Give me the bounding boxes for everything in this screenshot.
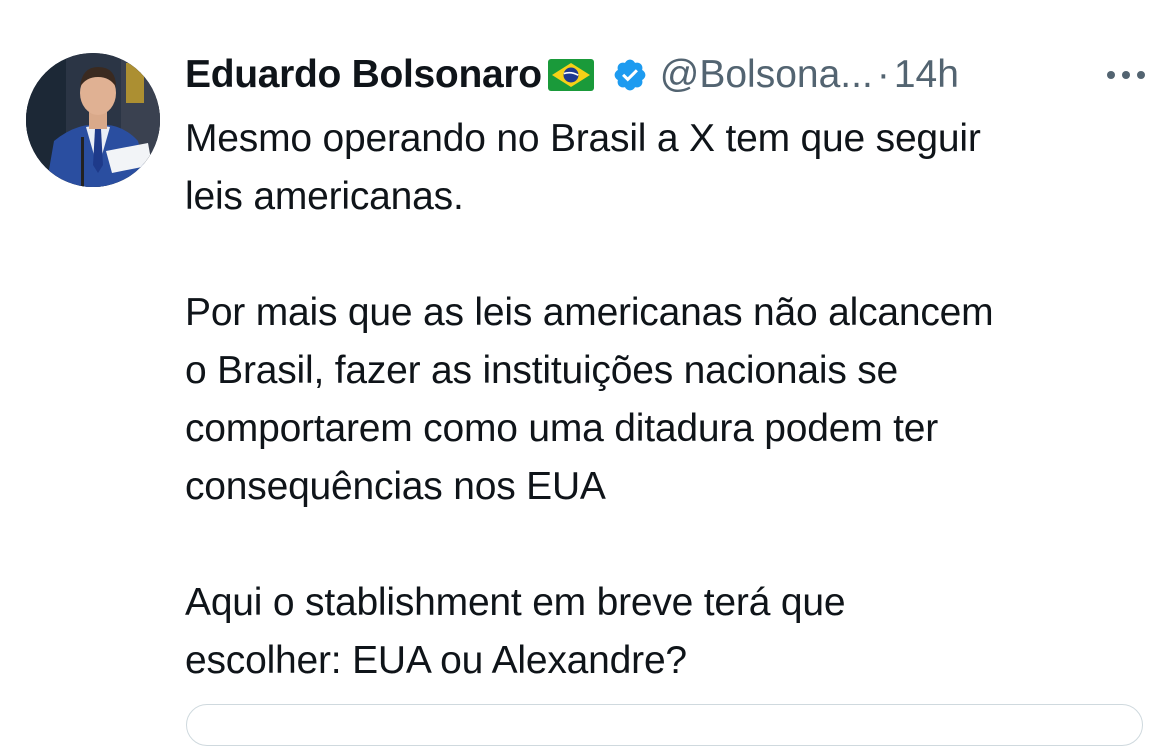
- tweet-line: comportarem como uma ditadura podem ter: [185, 407, 939, 450]
- timestamp[interactable]: 14h: [894, 53, 959, 97]
- separator-dot: ·: [876, 53, 890, 96]
- tweet-line: escolher: EUA ou Alexandre?: [185, 639, 687, 682]
- tweet-line: leis americanas.: [185, 175, 464, 218]
- tweet-paragraph: Aqui o stablishment em breve terá que es…: [185, 574, 1145, 690]
- more-dot: [1107, 71, 1115, 79]
- tweet-header: Eduardo Bolsonaro @Bolsona... · 14h: [185, 50, 1145, 100]
- user-handle[interactable]: @Bolsona...: [660, 53, 873, 97]
- tweet-line: consequências nos EUA: [185, 465, 606, 508]
- tweet-line: o Brasil, fazer as instituições nacionai…: [185, 349, 899, 392]
- tweet-line: Mesmo operando no Brasil a X tem que seg…: [185, 117, 981, 160]
- tweet-line: Aqui o stablishment em breve terá que: [185, 581, 846, 624]
- tweet-line: Por mais que as leis americanas não alca…: [185, 291, 994, 334]
- brazil-flag-icon: [547, 59, 594, 91]
- tweet-paragraph: Por mais que as leis americanas não alca…: [185, 284, 1145, 516]
- more-horizontal-icon[interactable]: [1107, 71, 1145, 79]
- tweet[interactable]: Eduardo Bolsonaro @Bolsona... · 14h Mesm…: [0, 0, 1170, 746]
- tweet-paragraph: Mesmo operando no Brasil a X tem que seg…: [185, 110, 1145, 226]
- tweet-text: Mesmo operando no Brasil a X tem que seg…: [185, 110, 1145, 690]
- verified-badge-icon[interactable]: [612, 57, 648, 93]
- display-name[interactable]: Eduardo Bolsonaro: [185, 53, 542, 97]
- attached-card[interactable]: [186, 704, 1143, 746]
- avatar[interactable]: [26, 53, 160, 187]
- more-dot: [1137, 71, 1145, 79]
- more-dot: [1122, 71, 1130, 79]
